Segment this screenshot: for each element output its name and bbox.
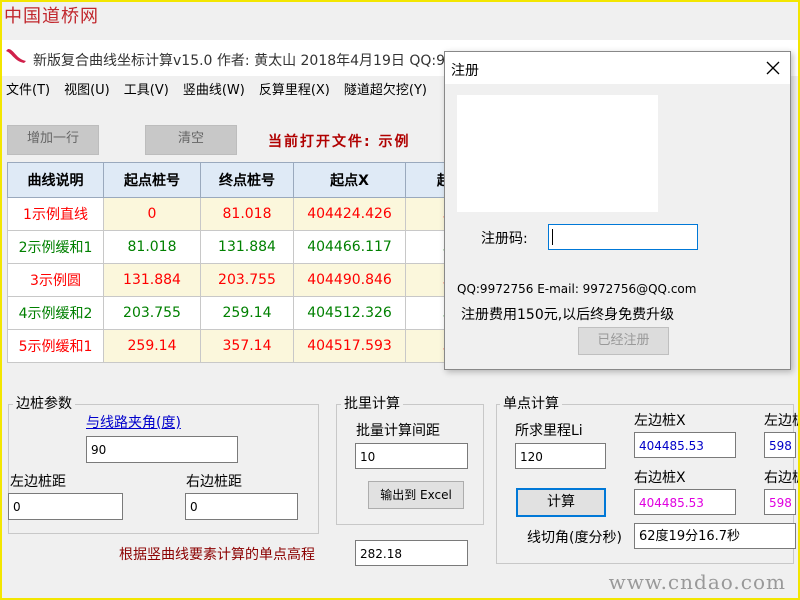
cell-desc[interactable]: 4示例缓和2 (7, 296, 104, 330)
cell-end[interactable]: 81.018 (200, 197, 294, 231)
mileage-label: 所求里程Li (515, 423, 583, 439)
menu-tools[interactable]: 工具(V) (118, 79, 177, 98)
watermark-logo-text: 中国道桥网 (4, 6, 99, 27)
left-y-output[interactable]: 598 (764, 432, 796, 458)
calculate-button[interactable]: 计算 (516, 488, 606, 517)
right-y-label: 右边桩Y (764, 470, 800, 486)
batch-interval-label: 批量计算间距 (356, 423, 440, 439)
angle-link[interactable]: 与线路夹角(度) (86, 412, 181, 432)
right-x-output[interactable]: 404485.53 (634, 489, 736, 515)
cell-start-x[interactable]: 404424.426 (293, 197, 406, 231)
register-code-input[interactable] (548, 224, 698, 250)
tangent-angle-label: 线切角(度分秒) (527, 530, 622, 546)
contact-info: QQ:9972756 E-mail: 9972756@QQ.com (457, 282, 697, 296)
right-y-output[interactable]: 598 (764, 489, 796, 515)
column-header-start[interactable]: 起点桩号 (103, 162, 201, 198)
cell-start-x[interactable]: 404466.117 (293, 230, 406, 264)
tangent-angle-output[interactable]: 62度19分16.7秒 (634, 523, 796, 549)
clear-button[interactable]: 清空 (145, 125, 237, 155)
watermark-url: www.cndao.com (608, 570, 786, 594)
text-cursor (552, 229, 553, 245)
mileage-input[interactable]: 120 (515, 443, 606, 469)
left-x-output[interactable]: 404485.53 (634, 432, 736, 458)
cell-start-x[interactable]: 404512.326 (293, 296, 406, 330)
left-x-label: 左边桩X (634, 413, 686, 429)
elevation-label: 根据竖曲线要素计算的单点高程 (119, 547, 315, 563)
menu-file[interactable]: 文件(T) (0, 79, 58, 98)
menu-bar: 文件(T) 视图(U) 工具(V) 竖曲线(W) 反算里程(X) 隧道超欠挖(Y) (0, 79, 435, 101)
side-stake-title: 边桩参数 (13, 393, 75, 413)
right-x-label: 右边桩X (634, 470, 686, 486)
menu-view[interactable]: 视图(U) (58, 79, 118, 98)
register-fee-text: 注册费用150元,以后终身免费升级 (461, 307, 675, 323)
curve-table: 曲线说明 起点桩号 终点桩号 起点X 起点Y 1示例直线081.01840442… (7, 162, 507, 363)
close-icon[interactable] (766, 61, 780, 75)
cell-start[interactable]: 0 (103, 197, 201, 231)
table-row[interactable]: 4示例缓和2203.755259.14404512.326598 (7, 296, 507, 330)
cell-desc[interactable]: 5示例缓和1 (7, 329, 104, 363)
cell-end[interactable]: 259.14 (200, 296, 294, 330)
export-excel-button[interactable]: 输出到 Excel (368, 481, 464, 509)
menu-reverse-mileage[interactable]: 反算里程(X) (253, 79, 338, 98)
cell-desc[interactable]: 3示例圆 (7, 263, 104, 297)
menu-vertical-curve[interactable]: 竖曲线(W) (177, 79, 253, 98)
dialog-title-bar (445, 52, 790, 84)
register-dialog: 注册 注册码: QQ:9972756 E-mail: 9972756@QQ.co… (444, 51, 791, 370)
cell-start[interactable]: 81.018 (103, 230, 201, 264)
menu-tunnel[interactable]: 隧道超欠挖(Y) (338, 79, 435, 98)
batch-interval-input[interactable]: 10 (355, 443, 468, 469)
register-code-label: 注册码: (481, 231, 528, 247)
dialog-title: 注册 (451, 63, 479, 79)
table-row[interactable]: 2示例缓和181.018131.884404466.117598 (7, 230, 507, 264)
right-distance-input[interactable]: 0 (185, 493, 298, 520)
app-icon (6, 49, 26, 63)
cell-start-x[interactable]: 404490.846 (293, 263, 406, 297)
captcha-image (457, 95, 658, 212)
table-row[interactable]: 5示例缓和1259.14357.14404517.593598 (7, 329, 507, 363)
cell-end[interactable]: 131.884 (200, 230, 294, 264)
cell-start[interactable]: 203.755 (103, 296, 201, 330)
cell-desc[interactable]: 1示例直线 (7, 197, 104, 231)
left-distance-label: 左边桩距 (10, 474, 66, 490)
cell-end[interactable]: 357.14 (200, 329, 294, 363)
table-row[interactable]: 3示例圆131.884203.755404490.846598 (7, 263, 507, 297)
single-point-title: 单点计算 (500, 393, 562, 413)
add-row-button[interactable]: 增加一行 (7, 125, 99, 155)
window-title: 新版复合曲线坐标计算v15.0 作者: 黄太山 2018年4月19日 QQ:99… (33, 53, 499, 69)
column-header-desc[interactable]: 曲线说明 (7, 162, 104, 198)
cell-end[interactable]: 203.755 (200, 263, 294, 297)
cell-start[interactable]: 131.884 (103, 263, 201, 297)
cell-desc[interactable]: 2示例缓和1 (7, 230, 104, 264)
column-header-end[interactable]: 终点桩号 (200, 162, 294, 198)
current-file-label: 当前打开文件: 示例 (268, 134, 411, 150)
left-y-label: 左边桩Y (764, 413, 800, 429)
cell-start-x[interactable]: 404517.593 (293, 329, 406, 363)
right-distance-label: 右边桩距 (186, 474, 242, 490)
cell-start[interactable]: 259.14 (103, 329, 201, 363)
left-distance-input[interactable]: 0 (8, 493, 123, 520)
elevation-output[interactable]: 282.18 (355, 540, 468, 566)
batch-title: 批里计算 (341, 393, 403, 413)
table-row[interactable]: 1示例直线081.018404424.426597 (7, 197, 507, 231)
column-header-start-x[interactable]: 起点X (293, 162, 406, 198)
already-registered-button[interactable]: 已经注册 (578, 327, 669, 355)
angle-input[interactable]: 90 (86, 436, 238, 463)
